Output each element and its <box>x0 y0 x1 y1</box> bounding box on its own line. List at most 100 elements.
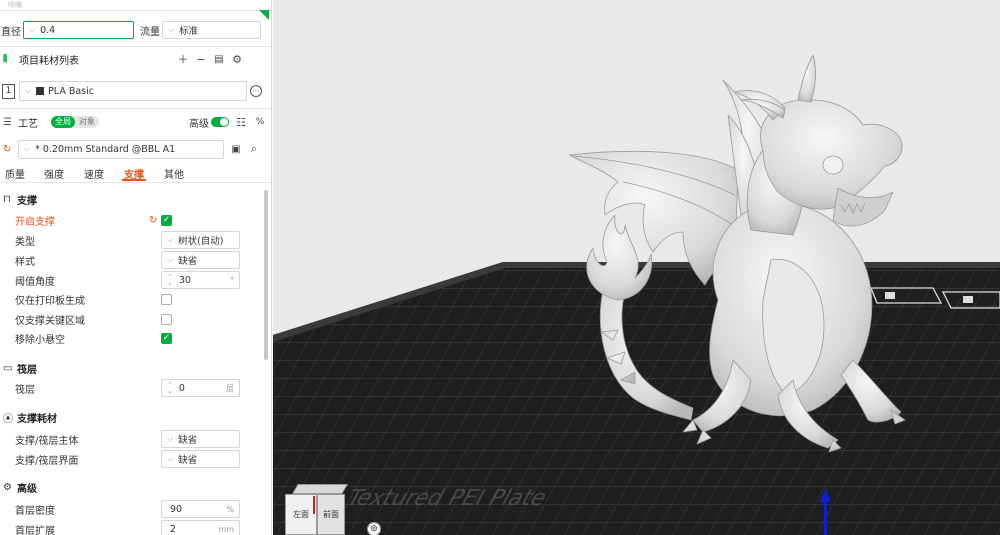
threshold-angle-label: 阈值角度 <box>15 276 55 288</box>
first-layer-density-input[interactable]: 90 % <box>161 500 240 518</box>
diameter-label: 直径 <box>1 26 21 38</box>
support-base-label: 支撑/筏层主体 <box>15 435 79 447</box>
chevron-down-icon: ⌵ <box>25 86 32 95</box>
preset-select[interactable]: ⌵ * 0.20mm Standard @BBL A1 <box>18 139 224 159</box>
flow-select[interactable]: ⌵ 标准 <box>162 21 261 39</box>
section-divider <box>0 108 271 109</box>
tab-quality[interactable]: 质量 <box>5 166 25 181</box>
nozzle-header-row: 喷嘴 <box>0 0 271 10</box>
raft-layers-input[interactable]: ⌃ ⌄ 0 层 <box>161 379 240 397</box>
3d-viewport[interactable]: Textured PEI Plate 左面 前面 ⊚ <box>273 0 1000 535</box>
support-section-title: 支撑 <box>17 195 37 207</box>
tab-others[interactable]: 其他 <box>164 166 184 181</box>
support-filament-section-title: 支撑耗材 <box>17 413 57 425</box>
chevron-down-icon: ⌵ <box>167 255 174 264</box>
support-type-value: 树状(自动) <box>178 236 224 247</box>
scope-global[interactable]: 全局 <box>51 116 75 128</box>
raft-layers-value: 0 <box>178 382 185 394</box>
support-type-select[interactable]: ⌵ 树状(自动) <box>161 231 240 249</box>
first-layer-density-unit: % <box>226 504 234 514</box>
more-icon[interactable]: ⋯ <box>250 85 262 97</box>
settings-icon[interactable]: ⚙ <box>230 52 244 66</box>
buildplate-only-checkbox[interactable] <box>161 293 172 305</box>
reset-icon[interactable]: ↻ <box>149 215 161 226</box>
filament-slot-number[interactable]: 1 <box>2 83 15 99</box>
critical-regions-label: 仅支撑关键区域 <box>15 315 85 327</box>
camera-orbit-icon[interactable]: ⊚ <box>367 522 381 535</box>
threshold-angle-input[interactable]: ⌃ ⌄ 30 ° <box>161 271 240 289</box>
scope-toggle[interactable]: 全局 对象 <box>51 116 99 128</box>
support-style-value: 缺省 <box>178 256 198 267</box>
preset-row: ↻ ⌵ * 0.20mm Standard @BBL A1 ▣ ⌕ <box>0 139 271 159</box>
support-base-row: 支撑/筏层主体 ⌵ 缺省 <box>0 430 271 448</box>
list-icon[interactable]: ☷ <box>234 115 248 129</box>
advanced-label: 高级 <box>189 118 209 130</box>
save-icon[interactable]: ▣ <box>229 142 243 156</box>
filament-sync-icon[interactable]: ▤ <box>212 52 226 66</box>
support-filament-section-header: ⦿ 支撑耗材 <box>0 410 271 425</box>
advanced-icon: ⚙ <box>3 481 12 493</box>
threshold-angle-row: 阈值角度 ⌃ ⌄ 30 ° <box>0 271 271 289</box>
minus-icon[interactable]: − <box>194 52 208 66</box>
search-icon[interactable]: ⌕ <box>247 142 261 156</box>
compare-icon[interactable]: % <box>253 115 267 129</box>
first-layer-density-row: 首层密度 90 % <box>0 500 271 518</box>
chevron-down-icon: ⌵ <box>167 235 174 244</box>
stepper-icon[interactable]: ⌃ ⌄ <box>167 382 173 395</box>
nozzle-header-divider <box>0 10 271 11</box>
advanced-section-header: ⚙ 高级 <box>0 480 271 495</box>
filament-name: PLA Basic <box>48 85 94 97</box>
add-icon[interactable]: ＋ <box>176 52 190 66</box>
view-cube-top[interactable] <box>292 484 348 494</box>
chevron-down-icon: ⌵ <box>29 25 36 34</box>
raft-icon: ▭ <box>3 362 13 374</box>
enable-support-label: 开启支撑 <box>15 216 55 228</box>
view-cube-front[interactable]: 前面 <box>317 494 345 535</box>
settings-sidebar: 喷嘴 直径 ⌵ 0.4 流量 ⌵ 标准 ⫴ 项目耗材列表 ＋ − ▤ ⚙ 1 ⌵… <box>0 0 272 535</box>
threshold-angle-value: 30 <box>178 274 191 286</box>
support-base-select[interactable]: ⌵ 缺省 <box>161 430 240 448</box>
first-layer-expansion-row: 首层扩展 2 mm <box>0 520 271 535</box>
preset-name: * 0.20mm Standard @BBL A1 <box>35 143 176 155</box>
flow-value: 标准 <box>179 26 199 37</box>
first-layer-expansion-input[interactable]: 2 mm <box>161 520 240 535</box>
nozzle-row: 直径 ⌵ 0.4 流量 ⌵ 标准 <box>0 20 271 40</box>
support-base-value: 缺省 <box>178 435 198 446</box>
filament-section-title: 项目耗材列表 <box>19 55 79 67</box>
support-type-label: 类型 <box>15 236 35 248</box>
filament-row: 1 ⌵ PLA Basic ⋯ <box>0 81 271 101</box>
tab-strength[interactable]: 强度 <box>44 166 64 181</box>
stepper-icon[interactable]: ⌃ ⌄ <box>167 274 173 287</box>
chevron-down-icon: ⌵ <box>167 454 174 463</box>
enable-support-checkbox[interactable]: ✓ <box>161 214 172 226</box>
support-interface-value: 缺省 <box>178 455 198 466</box>
critical-regions-checkbox[interactable] <box>161 313 172 325</box>
support-interface-row: 支撑/筏层界面 ⌵ 缺省 <box>0 450 271 468</box>
corner-flag-icon <box>259 10 269 20</box>
reset-icon[interactable]: ↻ <box>3 144 15 155</box>
first-layer-expansion-label: 首层扩展 <box>15 525 55 535</box>
support-interface-select[interactable]: ⌵ 缺省 <box>161 450 240 468</box>
raft-section-header: ▭ 筏层 <box>0 361 271 376</box>
advanced-section-title: 高级 <box>17 483 37 495</box>
scope-object[interactable]: 对象 <box>75 116 99 128</box>
diameter-select[interactable]: ⌵ 0.4 <box>23 21 134 39</box>
view-cube[interactable]: 左面 前面 <box>285 484 348 535</box>
raft-layers-row: 筏层 ⌃ ⌄ 0 层 <box>0 379 271 397</box>
buildplate-only-row: 仅在打印板生成 <box>0 292 271 307</box>
raft-layers-unit: 层 <box>226 383 234 393</box>
process-title: 工艺 <box>18 118 38 130</box>
tab-speed[interactable]: 速度 <box>84 166 104 181</box>
advanced-switch[interactable] <box>211 117 229 127</box>
support-section-header: ⊓ 支撑 <box>0 192 271 207</box>
remove-small-overhang-checkbox[interactable]: ✓ <box>161 332 172 344</box>
nozzle-section-label: 喷嘴 <box>8 1 22 9</box>
diameter-value: 0.4 <box>40 24 56 36</box>
chevron-down-icon: ⌵ <box>168 25 175 34</box>
first-layer-density-label: 首层密度 <box>15 505 55 517</box>
support-style-select[interactable]: ⌵ 缺省 <box>161 251 240 269</box>
flow-label: 流量 <box>140 26 160 38</box>
filament-select[interactable]: ⌵ PLA Basic <box>19 81 247 101</box>
remove-small-overhang-row: 移除小悬空 ✓ <box>0 331 271 346</box>
support-type-row: 类型 ⌵ 树状(自动) <box>0 231 271 249</box>
